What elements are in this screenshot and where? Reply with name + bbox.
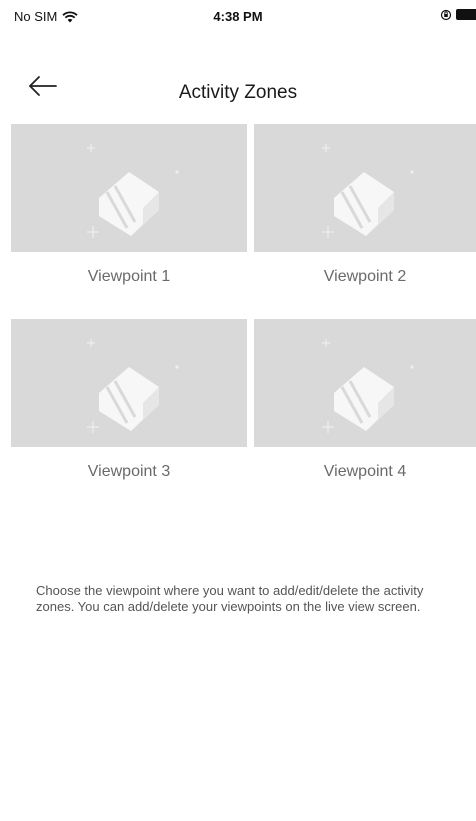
header: Activity Zones	[0, 60, 476, 110]
viewpoint-thumbnail[interactable]	[11, 319, 247, 447]
viewpoint-thumbnail[interactable]	[254, 319, 476, 447]
camera-placeholder-icon	[322, 144, 414, 238]
viewpoint-label: Viewpoint 2	[323, 268, 407, 285]
viewpoint-card-2[interactable]: Viewpoint 2	[254, 124, 476, 286]
orientation-lock-icon	[440, 8, 452, 21]
description-text: Choose the viewpoint where you want to a…	[36, 583, 424, 614]
camera-placeholder-icon	[87, 144, 179, 238]
viewpoint-card-3[interactable]: Viewpoint 3	[11, 319, 247, 481]
status-time: 4:38 PM	[213, 9, 263, 24]
page-title: Activity Zones	[178, 82, 298, 103]
viewpoint-card-4[interactable]: Viewpoint 4	[254, 319, 476, 481]
status-bar: No SIM 4:38 PM	[0, 0, 476, 30]
viewpoint-thumbnail[interactable]	[11, 124, 247, 252]
camera-placeholder-icon	[87, 339, 179, 433]
viewpoint-card-1[interactable]: Viewpoint 1	[11, 124, 247, 286]
viewpoint-label: Viewpoint 4	[323, 463, 407, 480]
status-right	[440, 8, 476, 21]
viewpoint-label: Viewpoint 1	[87, 268, 171, 285]
camera-placeholder-icon	[322, 339, 414, 433]
battery-icon	[456, 8, 476, 20]
viewpoint-thumbnail[interactable]	[254, 124, 476, 252]
viewpoint-label: Viewpoint 3	[87, 463, 171, 480]
